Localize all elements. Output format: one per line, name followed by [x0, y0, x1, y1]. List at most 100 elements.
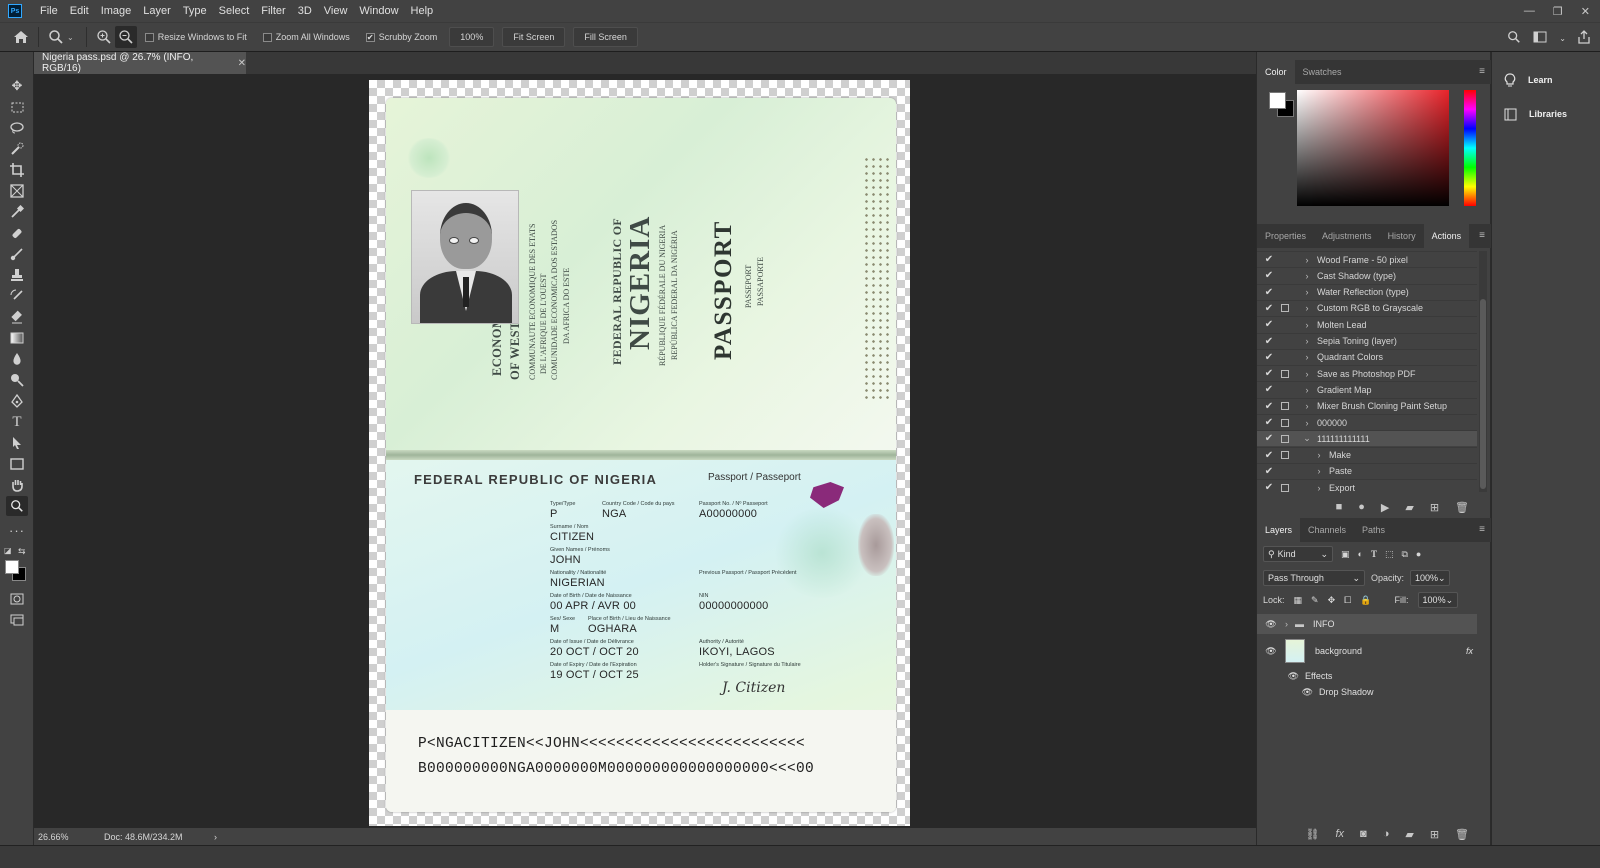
panel-menu-icon[interactable]: ≡	[1479, 518, 1485, 542]
action-toggle-check-icon[interactable]: ✔	[1261, 482, 1277, 493]
more-tools-icon[interactable]: ···	[6, 520, 28, 540]
visibility-eye-icon[interactable]: 👁	[1257, 646, 1285, 657]
menu-select[interactable]: Select	[213, 0, 256, 22]
close-icon[interactable]: ✕	[1581, 5, 1590, 18]
dialog-toggle-icon[interactable]	[1277, 463, 1293, 479]
menu-3d[interactable]: 3D	[292, 0, 318, 22]
action-toggle-check-icon[interactable]: ✔	[1261, 384, 1277, 395]
lock-position-icon[interactable]: ✥	[1328, 595, 1336, 606]
zoom-tool-icon[interactable]	[6, 496, 28, 516]
libraries-panel-button[interactable]: Libraries	[1492, 98, 1600, 130]
action-item[interactable]: ✔ › Paste	[1257, 462, 1477, 479]
drop-shadow-row[interactable]: 👁 Drop Shadow	[1257, 684, 1477, 700]
blur-tool-icon[interactable]	[6, 349, 28, 369]
restore-icon[interactable]: ❐	[1553, 5, 1563, 18]
rectangle-tool-icon[interactable]	[6, 454, 28, 474]
learn-panel-button[interactable]: Learn	[1492, 64, 1600, 96]
dialog-toggle-icon[interactable]	[1277, 480, 1293, 496]
hand-tool-icon[interactable]	[6, 475, 28, 495]
tab-layers[interactable]: Layers	[1257, 518, 1301, 542]
document-tab[interactable]: Nigeria pass.psd @ 26.7% (INFO, RGB/16) …	[34, 52, 246, 74]
workspace-icon[interactable]	[1533, 31, 1547, 46]
share-icon[interactable]	[1578, 29, 1590, 47]
action-toggle-check-icon[interactable]: ✔	[1261, 368, 1277, 379]
action-toggle-check-icon[interactable]: ✔	[1261, 417, 1277, 428]
chevron-right-icon[interactable]: ›	[1285, 619, 1295, 629]
filter-adjustment-icon[interactable]: ◐	[1358, 549, 1363, 559]
chevron-right-icon[interactable]: ›	[1301, 401, 1313, 411]
quick-selection-tool-icon[interactable]	[6, 139, 28, 159]
fit-screen-button[interactable]: Fit Screen	[502, 27, 566, 47]
lock-artboard-icon[interactable]: ⧠	[1344, 595, 1351, 606]
action-toggle-check-icon[interactable]: ✔	[1261, 450, 1277, 461]
dialog-toggle-icon[interactable]	[1277, 431, 1293, 447]
action-toggle-check-icon[interactable]: ✔	[1261, 270, 1277, 281]
gradient-tool-icon[interactable]	[6, 328, 28, 348]
color-panel-swatches[interactable]	[1269, 92, 1295, 118]
color-picker-field[interactable]	[1297, 90, 1449, 206]
action-item[interactable]: ✔ › Wood Frame - 50 pixel	[1257, 251, 1477, 267]
chevron-right-icon[interactable]: ›	[1301, 287, 1313, 297]
dialog-toggle-icon[interactable]	[1277, 382, 1293, 398]
chevron-right-icon[interactable]: ›	[1301, 255, 1313, 265]
chevron-down-icon[interactable]: ⌄	[67, 33, 74, 42]
dialog-toggle-icon[interactable]	[1277, 398, 1293, 414]
menu-filter[interactable]: Filter	[255, 0, 291, 22]
close-tab-icon[interactable]: ✕	[238, 58, 246, 69]
menu-file[interactable]: File	[34, 0, 64, 22]
clone-stamp-tool-icon[interactable]	[6, 265, 28, 285]
action-item[interactable]: ✔ ⌄ 111111111111	[1257, 430, 1477, 447]
action-toggle-check-icon[interactable]: ✔	[1261, 254, 1277, 265]
status-zoom[interactable]: 26.66%	[38, 832, 104, 842]
action-item[interactable]: ✔ › Sepia Toning (layer)	[1257, 332, 1477, 349]
lock-pixels-icon[interactable]: ✎	[1311, 595, 1319, 606]
new-layer-icon[interactable]: ⊞	[1430, 828, 1439, 841]
tab-color[interactable]: Color	[1257, 60, 1295, 84]
fill-input[interactable]: 100% ⌄	[1417, 592, 1458, 608]
action-toggle-check-icon[interactable]: ✔	[1261, 319, 1277, 330]
pen-tool-icon[interactable]	[6, 391, 28, 411]
dialog-toggle-icon[interactable]	[1277, 333, 1293, 349]
dialog-toggle-icon[interactable]	[1277, 284, 1293, 300]
action-toggle-check-icon[interactable]: ✔	[1261, 287, 1277, 298]
resize-windows-checkbox[interactable]: Resize Windows to Fit	[144, 32, 247, 42]
action-item[interactable]: ✔ › Cast Shadow (type)	[1257, 267, 1477, 283]
type-tool-icon[interactable]: T	[6, 412, 28, 432]
dialog-toggle-icon[interactable]	[1277, 349, 1293, 365]
move-tool-icon[interactable]: ✥	[6, 76, 28, 96]
chevron-right-icon[interactable]: ›	[1313, 466, 1325, 476]
eyedropper-tool-icon[interactable]	[6, 202, 28, 222]
opacity-input[interactable]: 100% ⌄	[1410, 570, 1451, 586]
chevron-right-icon[interactable]: ›	[1301, 320, 1313, 330]
new-group-icon[interactable]: ▰	[1405, 828, 1413, 841]
layer-name[interactable]: background	[1315, 646, 1362, 656]
brush-tool-icon[interactable]	[6, 244, 28, 264]
foreground-color-swatch[interactable]	[5, 560, 19, 574]
new-set-folder-icon[interactable]: ▰	[1405, 501, 1413, 514]
menu-view[interactable]: View	[318, 0, 354, 22]
layer-name[interactable]: INFO	[1313, 619, 1335, 629]
tab-properties[interactable]: Properties	[1257, 224, 1314, 248]
lasso-tool-icon[interactable]	[6, 118, 28, 138]
chevron-right-icon[interactable]: ›	[1301, 303, 1313, 313]
hue-slider[interactable]	[1464, 90, 1476, 206]
action-toggle-check-icon[interactable]: ✔	[1261, 433, 1277, 444]
add-style-icon[interactable]: fx	[1335, 828, 1344, 840]
layer-effects-row[interactable]: 👁 Effects	[1257, 668, 1477, 684]
chevron-right-icon[interactable]: ›	[1301, 385, 1313, 395]
screen-mode-icon[interactable]	[6, 610, 28, 630]
action-item[interactable]: ✔ › Gradient Map	[1257, 381, 1477, 397]
zoom-in-icon[interactable]	[93, 26, 115, 48]
zoom-tool-preset-icon[interactable]	[45, 26, 67, 48]
stop-icon[interactable]: ■	[1336, 501, 1343, 513]
scroll-thumb[interactable]	[1480, 299, 1486, 489]
menu-type[interactable]: Type	[177, 0, 213, 22]
action-item[interactable]: ✔ › 000000	[1257, 414, 1477, 430]
chevron-right-icon[interactable]: ›	[1301, 336, 1313, 346]
zoom-100-button[interactable]: 100%	[449, 27, 495, 47]
tab-channels[interactable]: Channels	[1300, 518, 1354, 542]
action-toggle-check-icon[interactable]: ✔	[1261, 303, 1277, 314]
fill-screen-button[interactable]: Fill Screen	[573, 27, 638, 47]
blend-mode-select[interactable]: Pass Through ⌄	[1263, 570, 1365, 586]
dialog-toggle-icon[interactable]	[1277, 447, 1293, 463]
